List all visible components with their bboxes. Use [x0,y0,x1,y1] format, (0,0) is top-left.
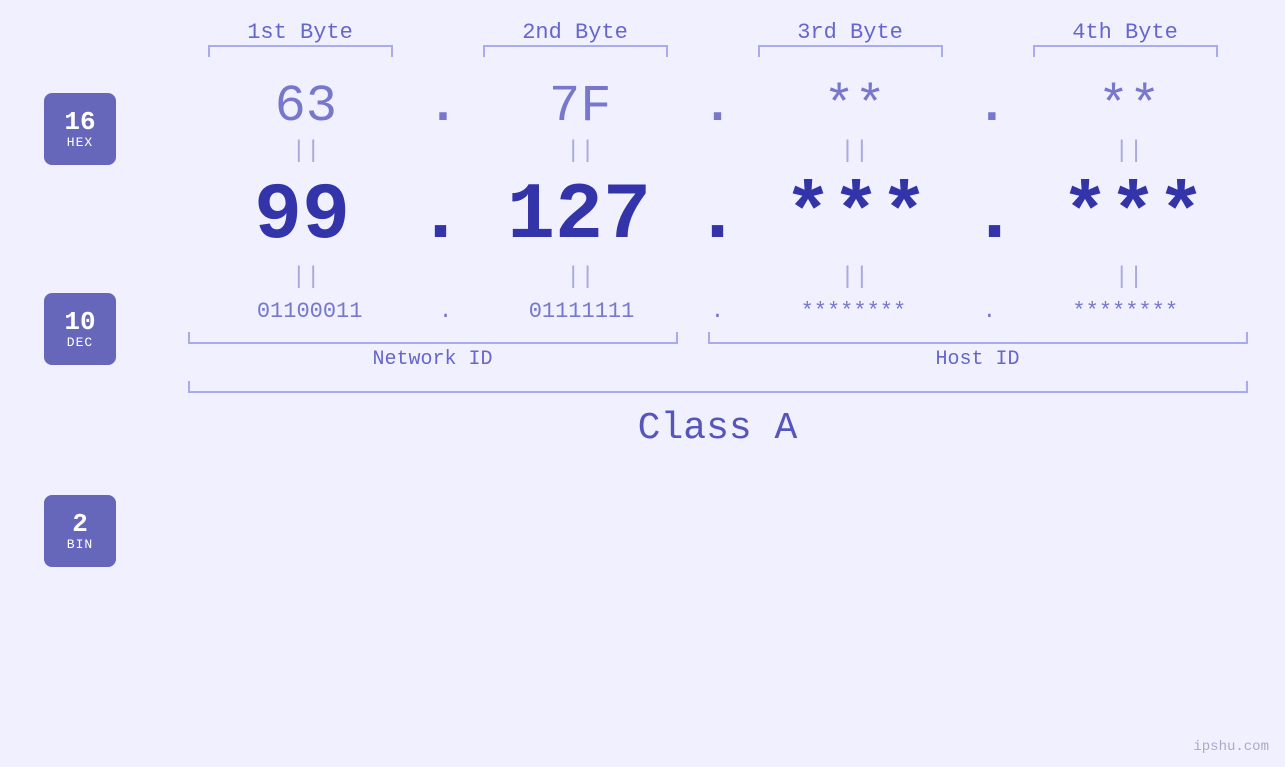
byte-header-2: 2nd Byte [460,20,690,57]
network-id-label: Network ID [188,348,678,371]
eq-4: || [1014,138,1244,165]
dec-dot-2: . [693,171,741,262]
main-body: 16 HEX 10 DEC 2 BIN [0,65,1285,567]
main-container: 1st Byte 2nd Byte 3rd Byte 4th Byte 16 H… [0,0,1285,767]
dec-badge-wrapper: 10 DEC [44,293,150,365]
eq2-3: || [740,264,970,291]
hex-badge: 16 HEX [44,93,116,165]
full-bottom-bracket [188,381,1248,393]
equals-row: || || || || [188,138,1248,165]
hex-dot-3: . [976,77,1007,136]
dec-row: 99 . 127 . *** . *** [188,171,1248,262]
byte-label-4: 4th Byte [1010,20,1240,45]
dec-val-3: *** [742,171,971,262]
bin-val-4: ******** [1010,299,1240,324]
dec-badge-label: DEC [67,335,93,350]
bracket-2 [483,45,668,57]
hex-val-2: 7F [465,77,695,136]
bin-badge: 2 BIN [44,495,116,567]
bin-val-1: 01100011 [195,299,425,324]
equals-row-2: || || || || [188,264,1248,291]
byte-label-1: 1st Byte [185,20,415,45]
hex-badge-num: 16 [64,109,95,135]
bracket-3 [758,45,943,57]
eq2-4: || [1014,264,1244,291]
bracket-1 [208,45,393,57]
hex-val-1: 63 [191,77,421,136]
hex-badge-wrapper: 16 HEX [44,93,150,165]
byte-header-3: 3rd Byte [735,20,965,57]
dec-val-4: *** [1019,171,1248,262]
eq-1: || [191,138,421,165]
dec-val-2: 127 [465,171,694,262]
class-label: Class A [188,407,1248,450]
eq2-2: || [465,264,695,291]
hex-badge-label: HEX [67,135,93,150]
byte-header-1: 1st Byte [185,20,415,57]
bottom-brackets-row [188,332,1248,344]
byte-label-2: 2nd Byte [460,20,690,45]
bin-dot-2: . [711,299,724,324]
bin-val-2: 01111111 [467,299,697,324]
dec-badge: 10 DEC [44,293,116,365]
bin-row: 01100011 . 01111111 . ******** . *******… [188,299,1248,324]
eq-3: || [740,138,970,165]
dec-val-1: 99 [188,171,417,262]
dec-dot-1: . [416,171,464,262]
eq2-1: || [191,264,421,291]
hex-val-4: ** [1014,77,1244,136]
badges-column: 16 HEX 10 DEC 2 BIN [0,65,150,567]
hex-val-3: ** [740,77,970,136]
dec-badge-num: 10 [64,309,95,335]
hex-row: 63 . 7F . ** . ** [188,77,1248,136]
host-id-label: Host ID [708,348,1248,371]
bin-val-3: ******** [738,299,968,324]
hex-dot-2: . [702,77,733,136]
byte-headers-row: 1st Byte 2nd Byte 3rd Byte 4th Byte [163,20,1263,57]
bin-dot-3: . [983,299,996,324]
bin-badge-label: BIN [67,537,93,552]
bin-badge-num: 2 [72,511,88,537]
byte-header-4: 4th Byte [1010,20,1240,57]
dec-dot-3: . [970,171,1018,262]
bracket-4 [1033,45,1218,57]
bin-dot-1: . [439,299,452,324]
hex-dot-1: . [427,77,458,136]
id-labels-row: Network ID Host ID [188,348,1248,371]
bin-badge-wrapper: 2 BIN [44,495,150,567]
footer-text: ipshu.com [1193,739,1269,755]
network-bracket [188,332,678,344]
eq-2: || [465,138,695,165]
host-bracket [708,332,1248,344]
values-column: 63 . 7F . ** . ** || || || || 99 [150,65,1285,567]
byte-label-3: 3rd Byte [735,20,965,45]
